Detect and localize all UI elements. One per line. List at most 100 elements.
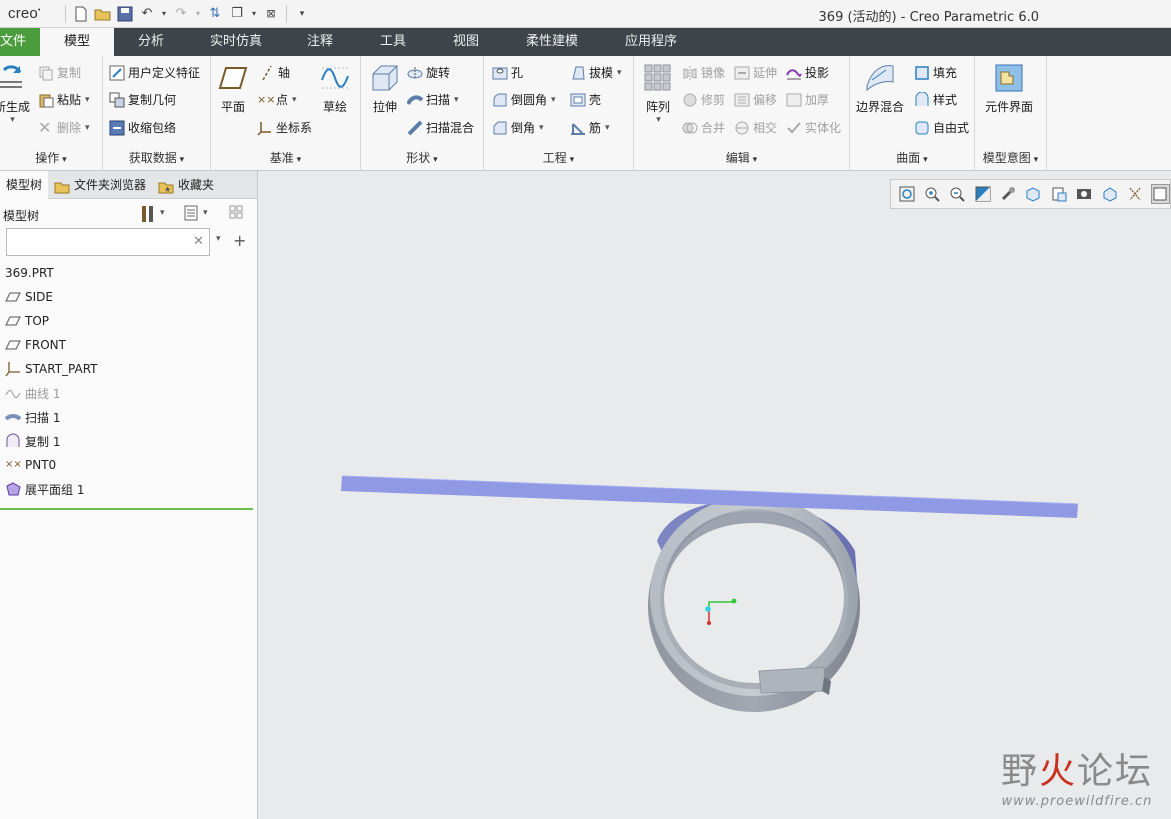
sketch-button[interactable]: 草绘 bbox=[319, 62, 351, 115]
tree-node-top[interactable]: TOP bbox=[0, 309, 258, 333]
tree-node-copy[interactable]: 复制 1 bbox=[0, 429, 258, 453]
regenerate-button[interactable]: 新生成 ▾ bbox=[0, 62, 30, 125]
group-label-get-data[interactable]: 获取数据 bbox=[103, 149, 210, 166]
undo-icon[interactable]: ↶ bbox=[137, 4, 157, 24]
chamfer-button[interactable]: 倒角 ▾ bbox=[492, 119, 544, 136]
redo-icon[interactable]: ↷ bbox=[171, 4, 191, 24]
tree-node-front[interactable]: FRONT bbox=[0, 333, 258, 357]
datum-plane-icon bbox=[5, 289, 21, 305]
pattern-button[interactable]: 阵列 ▾ bbox=[642, 62, 674, 125]
point-button[interactable]: ×× 点 ▾ bbox=[257, 91, 297, 108]
offset-icon bbox=[734, 92, 750, 108]
graphics-area[interactable]: 野火论坛 www.proewildfire.cn bbox=[259, 171, 1171, 819]
project-button[interactable]: 投影 bbox=[786, 64, 829, 81]
mirror-button[interactable]: 镜像 bbox=[682, 64, 725, 81]
datum-plane-icon bbox=[5, 337, 21, 353]
redo-dropdown-icon[interactable]: ▾ bbox=[193, 4, 203, 24]
tab-file[interactable]: 文件 bbox=[0, 28, 40, 56]
shell-button[interactable]: 壳 bbox=[570, 91, 601, 108]
paste-button[interactable]: 粘贴 ▾ bbox=[38, 91, 90, 108]
clear-search-icon[interactable]: ✕ bbox=[193, 234, 204, 249]
group-label-editing[interactable]: 编辑 bbox=[634, 149, 849, 166]
extend-button[interactable]: 延伸 bbox=[734, 64, 777, 81]
rib-button[interactable]: 筋 ▾ bbox=[570, 119, 610, 136]
tree-node-curve[interactable]: 曲线 1 bbox=[0, 381, 258, 405]
sweep-ring[interactable] bbox=[648, 496, 860, 712]
show-button[interactable]: ▾ bbox=[183, 205, 208, 221]
tree-settings-button[interactable]: ▾ bbox=[140, 205, 165, 222]
tab-flexible-modeling[interactable]: 柔性建模 bbox=[502, 28, 602, 56]
swept-blend-button[interactable]: 扫描混合 bbox=[407, 119, 474, 136]
filter-button[interactable] bbox=[229, 205, 245, 221]
new-file-icon[interactable] bbox=[71, 4, 91, 24]
revolve-button[interactable]: 旋转 bbox=[407, 64, 450, 81]
copy-surface-icon bbox=[5, 433, 21, 449]
tab-view[interactable]: 视图 bbox=[430, 28, 502, 56]
component-interface-button[interactable]: 元件界面 bbox=[985, 62, 1033, 115]
group-label-operations[interactable]: 操作 bbox=[0, 149, 102, 166]
pattern-icon bbox=[642, 62, 674, 94]
search-options-dropdown[interactable]: ▾ bbox=[215, 234, 221, 244]
windows-icon[interactable]: ❐ bbox=[227, 4, 247, 24]
copy-button[interactable]: 复制 bbox=[38, 64, 81, 81]
group-label-surfaces[interactable]: 曲面 bbox=[850, 149, 974, 166]
style-button[interactable]: 样式 bbox=[914, 91, 957, 108]
boundary-blend-button[interactable]: 边界混合 bbox=[856, 62, 904, 115]
tab-simulation[interactable]: 实时仿真 bbox=[188, 28, 284, 56]
delete-button[interactable]: ✕ 删除 ▾ bbox=[38, 119, 90, 136]
offset-button[interactable]: 偏移 bbox=[734, 91, 777, 108]
group-datum: 平面 轴 ×× 点 ▾ 坐标系 草绘 基准 bbox=[211, 56, 361, 171]
group-surfaces: 边界混合 填充 样式 自由式 曲面 bbox=[850, 56, 975, 171]
insert-here-marker[interactable] bbox=[0, 508, 253, 510]
open-folder-icon[interactable] bbox=[93, 4, 113, 24]
tab-folder-browser[interactable]: 文件夹浏览器 bbox=[48, 171, 152, 199]
extrude-icon bbox=[369, 62, 401, 94]
group-label-shapes[interactable]: 形状 bbox=[361, 149, 483, 166]
merge-button[interactable]: 合并 bbox=[682, 119, 725, 136]
tab-favorites[interactable]: ★ 收藏夹 bbox=[152, 171, 220, 199]
plane-button[interactable]: 平面 bbox=[217, 62, 249, 115]
tree-node-pnt0[interactable]: ×× PNT0 bbox=[0, 453, 258, 477]
axis-button[interactable]: 轴 bbox=[259, 64, 290, 81]
tree-node-side[interactable]: SIDE bbox=[0, 285, 258, 309]
group-label-datum[interactable]: 基准 bbox=[211, 149, 360, 166]
tab-model[interactable]: 模型 bbox=[40, 28, 114, 56]
save-icon[interactable] bbox=[115, 4, 135, 24]
group-label-engineering[interactable]: 工程 bbox=[484, 149, 633, 166]
freestyle-button[interactable]: 自由式 bbox=[914, 119, 969, 136]
tree-node-part[interactable]: 369.PRT bbox=[0, 261, 258, 285]
shrinkwrap-button[interactable]: 收缩包络 bbox=[109, 119, 176, 136]
tree-search-input[interactable]: ✕ bbox=[6, 228, 210, 256]
tab-tools[interactable]: 工具 bbox=[356, 28, 430, 56]
copy-geometry-button[interactable]: 复制几何 bbox=[109, 91, 176, 108]
tab-analysis[interactable]: 分析 bbox=[114, 28, 188, 56]
thicken-button[interactable]: 加厚 bbox=[786, 91, 829, 108]
udf-button[interactable]: 用户定义特征 bbox=[109, 64, 200, 81]
forum-watermark: 野火论坛 www.proewildfire.cn bbox=[1001, 742, 1153, 809]
tree-node-start-part[interactable]: START_PART bbox=[0, 357, 258, 381]
hole-button[interactable]: 孔 bbox=[492, 64, 523, 81]
fill-button[interactable]: 填充 bbox=[914, 64, 957, 81]
regenerate-icon[interactable]: ⇅ bbox=[205, 4, 225, 24]
group-label-model-intent[interactable]: 模型意图 bbox=[975, 149, 1046, 166]
tab-applications[interactable]: 应用程序 bbox=[602, 28, 700, 56]
round-button[interactable]: 倒圆角 ▾ bbox=[492, 91, 556, 108]
customize-toolbar-icon[interactable]: ▾ bbox=[292, 4, 312, 24]
sweep-button[interactable]: 扫描 ▾ bbox=[406, 91, 459, 108]
tab-annotate[interactable]: 注释 bbox=[284, 28, 356, 56]
tools-icon bbox=[140, 205, 156, 222]
windows-dropdown-icon[interactable]: ▾ bbox=[249, 4, 259, 24]
add-icon[interactable]: + bbox=[233, 231, 246, 250]
tree-node-flatten-quilt[interactable]: 展平面组 1 bbox=[0, 477, 258, 501]
undo-dropdown-icon[interactable]: ▾ bbox=[159, 4, 169, 24]
intersect-button[interactable]: 相交 bbox=[734, 119, 777, 136]
group-shapes: 拉伸 旋转 扫描 ▾ 扫描混合 形状 bbox=[361, 56, 484, 171]
trim-button[interactable]: 修剪 bbox=[682, 91, 725, 108]
tab-model-tree[interactable]: 模型树 bbox=[0, 171, 49, 199]
tree-node-sweep[interactable]: 扫描 1 bbox=[0, 405, 258, 429]
extrude-button[interactable]: 拉伸 bbox=[369, 62, 401, 115]
close-window-icon[interactable]: ⊠ bbox=[261, 4, 281, 24]
csys-button[interactable]: 坐标系 bbox=[257, 119, 312, 136]
solidify-button[interactable]: 实体化 bbox=[786, 119, 841, 136]
draft-button[interactable]: 拔模 ▾ bbox=[570, 64, 622, 81]
